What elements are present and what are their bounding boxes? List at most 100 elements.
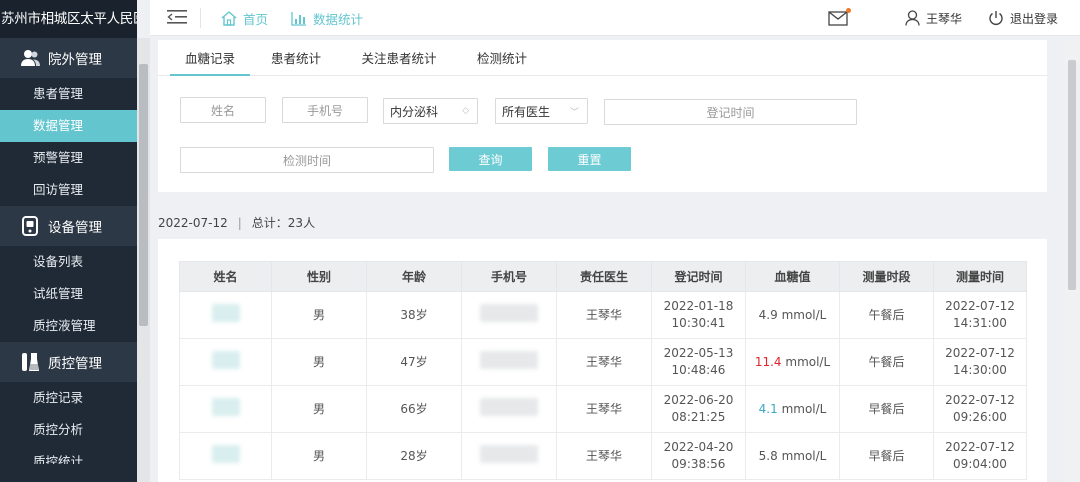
table-row[interactable]: 男 28岁 王琴华 2022-04-20 09:38:56 5.8 mmol/L… bbox=[179, 432, 1027, 480]
records-table-panel: 姓名 性别 年龄 手机号 责任医生 登记时间 血糖值 测量时段 测量时间 男 3… bbox=[158, 239, 1047, 482]
phone-input[interactable]: 手机号 bbox=[282, 97, 368, 123]
main-scrollbar[interactable] bbox=[1064, 40, 1080, 482]
sidebar-scrollbar[interactable] bbox=[137, 38, 150, 482]
filter-panel: 血糖记录 患者统计 关注患者统计 检测统计 姓名 手机号 内分泌科 ◇ 所有医生… bbox=[158, 40, 1047, 192]
table-row[interactable]: 男 38岁 王琴华 2022-01-18 10:30:41 4.9 mmol/L… bbox=[179, 291, 1027, 339]
users-icon bbox=[20, 48, 40, 68]
sidebar-item-quality-records[interactable]: 质控记录 bbox=[0, 382, 137, 414]
sidebar-item-patient-management[interactable]: 患者管理 bbox=[0, 78, 137, 110]
nav-home[interactable]: 首页 bbox=[221, 0, 268, 36]
cell-glucose: 4.9 mmol/L bbox=[745, 291, 840, 339]
column-header[interactable]: 登记时间 bbox=[651, 261, 746, 292]
cell-name bbox=[179, 291, 272, 339]
register-time-input[interactable]: 登记时间 bbox=[604, 99, 857, 125]
device-icon bbox=[20, 216, 40, 236]
cell-glucose: 4.1 mmol/L bbox=[745, 385, 840, 433]
menu-group-label: 设备管理 bbox=[48, 220, 102, 236]
cell-doctor: 王琴华 bbox=[556, 432, 652, 480]
sidebar-item-quality-statistics[interactable]: 质控统计 bbox=[0, 446, 137, 464]
sidebar-item-control-solution-management[interactable]: 质控液管理 bbox=[0, 310, 137, 342]
glucose-unit: mmol/L bbox=[781, 401, 827, 416]
logout-label: 退出登录 bbox=[1010, 11, 1059, 26]
summary-line: 2022-07-12 | 总计：23人 bbox=[158, 214, 315, 231]
tab-followed-patient-statistics[interactable]: 关注患者统计 bbox=[354, 40, 444, 76]
department-value: 内分泌科 bbox=[390, 104, 439, 119]
search-button[interactable]: 查询 bbox=[449, 147, 532, 171]
cell-test-time: 2022-07-12 14:30:00 bbox=[933, 338, 1027, 386]
column-header[interactable]: 血糖值 bbox=[745, 261, 840, 292]
cell-test-time: 2022-07-12 14:31:00 bbox=[933, 291, 1027, 339]
department-select[interactable]: 内分泌科 ◇ bbox=[383, 98, 478, 124]
chevron-down-icon: ﹀ bbox=[569, 107, 579, 118]
flask-icon bbox=[20, 352, 40, 372]
redacted-name bbox=[211, 397, 240, 416]
table-row[interactable]: 男 47岁 王琴华 2022-05-13 10:48:46 11.4 mmol/… bbox=[179, 338, 1027, 386]
column-header[interactable]: 测量时间 bbox=[933, 261, 1027, 292]
cell-doctor: 王琴华 bbox=[556, 385, 652, 433]
sidebar-scrollbar-thumb[interactable] bbox=[139, 64, 148, 326]
chevron-down-icon: ◇ bbox=[462, 106, 469, 116]
cell-age: 28岁 bbox=[366, 432, 462, 480]
cell-register-time: 2022-04-20 09:38:56 bbox=[651, 432, 746, 480]
sidebar-item-alert-management[interactable]: 预警管理 bbox=[0, 142, 137, 174]
sidebar-item-quality-analysis[interactable]: 质控分析 bbox=[0, 414, 137, 446]
power-icon bbox=[989, 11, 1003, 25]
column-header[interactable]: 年龄 bbox=[366, 261, 462, 292]
cell-age: 66岁 bbox=[366, 385, 462, 433]
summary-date: 2022-07-12 bbox=[158, 215, 228, 230]
doctor-select[interactable]: 所有医生 ﹀ bbox=[495, 98, 588, 124]
tab-glucose-records[interactable]: 血糖记录 bbox=[170, 40, 250, 76]
name-input[interactable]: 姓名 bbox=[180, 97, 266, 123]
tab-test-statistics[interactable]: 检测统计 bbox=[464, 40, 540, 76]
user-name: 王琴华 bbox=[926, 11, 963, 26]
menu-group-label: 院外管理 bbox=[48, 52, 102, 68]
redacted-phone bbox=[480, 444, 538, 463]
column-header[interactable]: 手机号 bbox=[461, 261, 557, 292]
cell-period: 早餐后 bbox=[839, 385, 934, 433]
hospital-name: 苏州市相城区太平人民医院 bbox=[0, 0, 137, 38]
logout-button[interactable]: 退出登录 bbox=[988, 0, 1058, 36]
sidebar-item-device-list[interactable]: 设备列表 bbox=[0, 246, 137, 278]
test-time-input[interactable]: 检测时间 bbox=[180, 147, 434, 173]
cell-name bbox=[179, 338, 272, 386]
cell-test-time: 2022-07-12 09:04:00 bbox=[933, 432, 1027, 480]
table-header-row: 姓名 性别 年龄 手机号 责任医生 登记时间 血糖值 测量时段 测量时间 bbox=[179, 261, 1027, 292]
redacted-name bbox=[211, 303, 240, 322]
nav-data-statistics[interactable]: 数据统计 bbox=[291, 0, 363, 36]
column-header[interactable]: 性别 bbox=[271, 261, 367, 292]
column-header[interactable]: 责任医生 bbox=[556, 261, 652, 292]
menu-toggle-icon[interactable] bbox=[164, 6, 190, 28]
column-header[interactable]: 姓名 bbox=[179, 261, 272, 292]
notification-dot bbox=[846, 8, 851, 13]
menu-group-device[interactable]: 设备管理 bbox=[0, 206, 137, 246]
cell-gender: 男 bbox=[271, 338, 367, 386]
user-icon bbox=[905, 10, 920, 26]
table-row[interactable]: 男 66岁 王琴华 2022-06-20 08:21:25 4.1 mmol/L… bbox=[179, 385, 1027, 433]
column-header[interactable]: 测量时段 bbox=[839, 261, 934, 292]
cell-test-time: 2022-07-12 09:26:00 bbox=[933, 385, 1027, 433]
menu-group-outpatient[interactable]: 院外管理 bbox=[0, 38, 137, 78]
sidebar-item-test-strip-management[interactable]: 试纸管理 bbox=[0, 278, 137, 310]
bar-chart-icon bbox=[291, 11, 306, 26]
cell-age: 38岁 bbox=[366, 291, 462, 339]
glucose-unit: mmol/L bbox=[785, 354, 831, 369]
cell-period: 早餐后 bbox=[839, 432, 934, 480]
cell-period: 午餐后 bbox=[839, 291, 934, 339]
cell-period: 午餐后 bbox=[839, 338, 934, 386]
nav-home-label: 首页 bbox=[243, 11, 269, 27]
cell-register-time: 2022-05-13 10:48:46 bbox=[651, 338, 746, 386]
cell-gender: 男 bbox=[271, 432, 367, 480]
main-scrollbar-thumb[interactable] bbox=[1068, 60, 1076, 290]
glucose-unit: mmol/L bbox=[781, 307, 827, 322]
sidebar-item-followup-management[interactable]: 回访管理 bbox=[0, 174, 137, 206]
reset-button[interactable]: 重置 bbox=[548, 147, 631, 171]
menu-group-quality[interactable]: 质控管理 bbox=[0, 342, 137, 382]
mail-icon[interactable] bbox=[828, 8, 852, 28]
sidebar-item-data-management[interactable]: 数据管理 bbox=[0, 110, 137, 142]
glucose-records-table: 姓名 性别 年龄 手机号 责任医生 登记时间 血糖值 测量时段 测量时间 男 3… bbox=[179, 261, 1027, 480]
cell-doctor: 王琴华 bbox=[556, 291, 652, 339]
cell-register-time: 2022-01-18 10:30:41 bbox=[651, 291, 746, 339]
tab-patient-statistics[interactable]: 患者统计 bbox=[258, 40, 334, 76]
user-menu[interactable]: 王琴华 bbox=[905, 0, 962, 36]
redacted-name bbox=[211, 350, 240, 369]
